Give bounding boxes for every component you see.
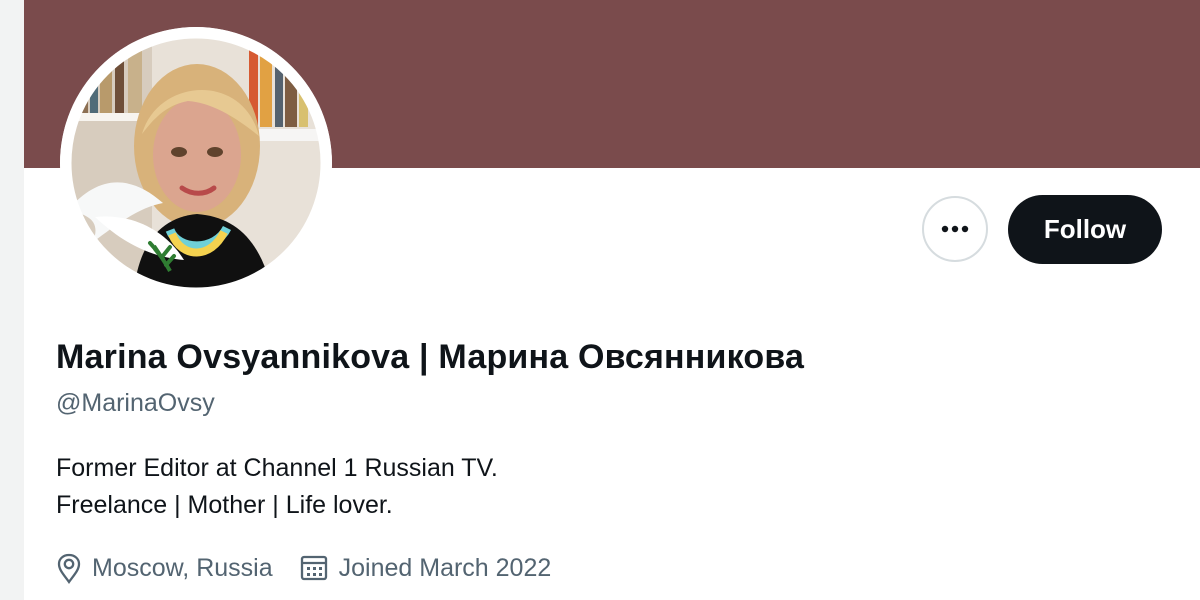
profile-metadata: Moscow, Russia Joined March 2022: [56, 548, 577, 588]
location-pin-icon: [57, 553, 81, 584]
joined-date-text: Joined March 2022: [338, 553, 552, 582]
avatar[interactable]: [60, 27, 332, 299]
calendar-icon: [300, 555, 327, 581]
bio-line: Freelance | Mother | Life lover.: [56, 491, 393, 519]
more-options-button[interactable]: [922, 196, 988, 262]
follow-button[interactable]: Follow: [1008, 195, 1162, 264]
display-name: Marina Ovsyannikova | Марина Овсянникова: [56, 338, 805, 376]
profile-card: Follow Marina Ovsyannikova | Марина Овся…: [24, 0, 1200, 600]
location-item: Moscow, Russia: [56, 553, 273, 584]
joined-date-item: Joined March 2022: [299, 553, 552, 583]
location-text: Moscow, Russia: [92, 553, 273, 582]
follow-button-label: Follow: [1043, 214, 1127, 244]
ellipsis-icon: [941, 225, 969, 233]
avatar-image: [60, 27, 332, 299]
bio-line: Former Editor at Channel 1 Russian TV.: [56, 454, 498, 482]
profile-handle: @MarinaOvsy: [56, 389, 215, 417]
profile-bio: Former Editor at Channel 1 Russian TV. F…: [56, 450, 498, 524]
profile-page: Follow Marina Ovsyannikova | Марина Овся…: [0, 0, 1200, 600]
